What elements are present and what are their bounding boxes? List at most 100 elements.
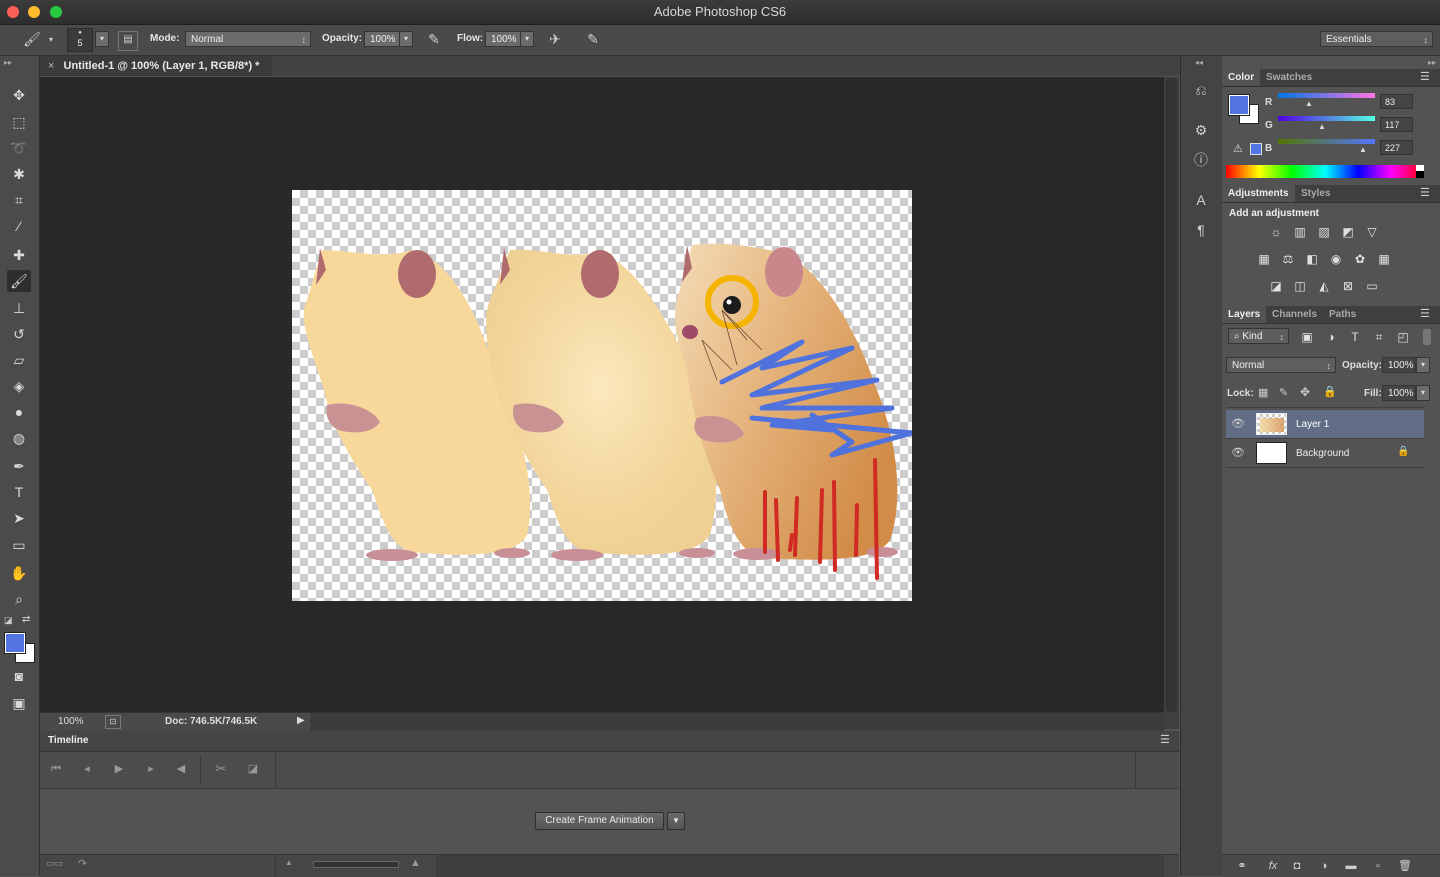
create-frame-animation-button[interactable]: Create Frame Animation: [535, 812, 664, 830]
color-spectrum-bar[interactable]: [1226, 165, 1424, 178]
type-layer-filter-icon[interactable]: T: [1346, 329, 1364, 345]
timeline-zoom-slider[interactable]: [313, 861, 399, 868]
pressure-size-icon[interactable]: ✎: [583, 31, 603, 47]
history-brush-tool-icon[interactable]: ↺: [7, 323, 31, 345]
panel-menu-icon[interactable]: ☰: [1420, 70, 1430, 83]
frame-mode-icon[interactable]: ▭▭: [46, 858, 63, 869]
invert-icon[interactable]: ◪: [1267, 278, 1285, 294]
next-frame-icon[interactable]: ▸: [143, 761, 159, 777]
pressure-opacity-icon[interactable]: ✎: [424, 31, 444, 47]
red-value[interactable]: 83: [1380, 94, 1413, 109]
history-panel-icon[interactable]: ⎌: [1191, 82, 1211, 98]
blue-slider-thumb[interactable]: ▲: [1359, 145, 1367, 154]
marquee-tool-icon[interactable]: ⬚: [7, 111, 31, 133]
mode-select[interactable]: Normal: [185, 31, 311, 48]
foreground-color-swatch[interactable]: [1228, 94, 1250, 116]
clone-stamp-tool-icon[interactable]: ⊥: [7, 297, 31, 319]
fill-dropdown[interactable]: ▾: [1416, 385, 1430, 401]
adjustment-layer-filter-icon[interactable]: ◑: [1322, 329, 1340, 345]
layer-opacity-input[interactable]: 100%: [1382, 357, 1416, 373]
gamut-warning-icon[interactable]: ⚠: [1233, 142, 1243, 155]
first-frame-icon[interactable]: ⏮: [48, 761, 64, 777]
play-icon[interactable]: ▶: [111, 761, 127, 777]
brush-size-picker[interactable]: ● 5: [67, 28, 93, 52]
foreground-color-swatch[interactable]: [4, 632, 26, 654]
layer-row-background[interactable]: 👁 Background 🔒: [1226, 439, 1424, 468]
paint-bucket-tool-icon[interactable]: ◈: [7, 375, 31, 397]
channel-mixer-icon[interactable]: ✿: [1351, 251, 1369, 267]
layer-name[interactable]: Background: [1296, 448, 1349, 459]
layer-style-icon[interactable]: fx: [1264, 858, 1282, 874]
tab-layers[interactable]: Layers: [1222, 306, 1267, 323]
lock-all-icon[interactable]: 🔒: [1323, 385, 1337, 398]
visibility-eye-icon[interactable]: 👁: [1231, 417, 1245, 430]
delete-layer-icon[interactable]: 🗑: [1397, 858, 1413, 874]
collapse-icon[interactable]: ▸▸: [4, 58, 12, 67]
new-layer-icon[interactable]: ▫: [1370, 858, 1386, 874]
magic-wand-tool-icon[interactable]: ✱: [7, 163, 31, 185]
convert-icon[interactable]: ↷: [78, 857, 87, 870]
status-menu-arrow-icon[interactable]: ▶: [297, 715, 305, 726]
panel-menu-icon[interactable]: ☰: [1420, 186, 1430, 199]
black-white-icon[interactable]: ◧: [1303, 251, 1321, 267]
workspace-select[interactable]: Essentials: [1320, 31, 1433, 48]
airbrush-icon[interactable]: ✈: [545, 31, 565, 47]
pen-tool-icon[interactable]: ✒: [7, 455, 31, 477]
green-value[interactable]: 117: [1380, 117, 1413, 132]
chevron-down-icon[interactable]: ▾: [46, 32, 56, 48]
type-tool-icon[interactable]: T: [7, 481, 31, 503]
default-colors-icon[interactable]: ◪: [4, 615, 13, 626]
opacity-dropdown[interactable]: ▾: [399, 31, 413, 47]
blue-value[interactable]: 227: [1380, 140, 1413, 155]
zoom-tool-icon[interactable]: ⌕: [7, 588, 31, 610]
brush-panel-toggle-icon[interactable]: ▤: [118, 31, 138, 51]
opacity-input[interactable]: 100%: [364, 31, 400, 47]
eyedropper-tool-icon[interactable]: ⁄: [7, 215, 31, 237]
layer-opacity-dropdown[interactable]: ▾: [1416, 357, 1430, 373]
transition-icon[interactable]: ◪: [245, 761, 261, 777]
blur-tool-icon[interactable]: ●: [7, 401, 31, 423]
lasso-tool-icon[interactable]: ➰: [7, 137, 31, 159]
brush-preset-icon[interactable]: 🖌: [22, 31, 42, 47]
lock-position-icon[interactable]: ✥: [1300, 385, 1310, 399]
panel-menu-icon[interactable]: ☰: [1420, 307, 1430, 320]
shape-tool-icon[interactable]: ▭: [7, 534, 31, 556]
selective-color-icon[interactable]: ⊠: [1339, 278, 1357, 294]
smart-object-filter-icon[interactable]: ◰: [1394, 329, 1412, 345]
color-balance-icon[interactable]: ⚖: [1279, 251, 1297, 267]
layer-kind-filter[interactable]: ⌕ Kind: [1228, 328, 1289, 345]
collapse-dock-icon[interactable]: ▸▸: [1428, 58, 1436, 67]
lock-image-icon[interactable]: ✎: [1279, 386, 1288, 399]
dodge-tool-icon[interactable]: ◍: [7, 427, 31, 449]
hue-saturation-icon[interactable]: ▦: [1255, 251, 1273, 267]
screen-mode-icon[interactable]: ▣: [7, 692, 31, 714]
create-animation-dropdown[interactable]: ▼: [667, 812, 685, 830]
tab-color[interactable]: Color: [1222, 69, 1261, 86]
tab-paths[interactable]: Paths: [1323, 306, 1362, 323]
link-layers-icon[interactable]: ⚭: [1234, 858, 1250, 874]
quick-mask-icon[interactable]: ◙: [7, 665, 31, 687]
blue-slider[interactable]: [1278, 139, 1375, 144]
new-adjustment-layer-icon[interactable]: ◑: [1316, 858, 1332, 874]
status-export-icon[interactable]: ⊡: [105, 715, 121, 729]
tab-swatches[interactable]: Swatches: [1260, 69, 1318, 86]
fill-input[interactable]: 100%: [1382, 385, 1416, 401]
character-panel-icon[interactable]: A: [1191, 192, 1211, 208]
actions-panel-icon[interactable]: ⚙: [1191, 122, 1211, 138]
green-slider[interactable]: [1278, 116, 1375, 121]
exposure-icon[interactable]: ◩: [1339, 224, 1357, 240]
vibrance-icon[interactable]: ▽: [1363, 224, 1381, 240]
tab-styles[interactable]: Styles: [1295, 185, 1336, 202]
red-slider[interactable]: [1278, 93, 1375, 98]
previous-frame-icon[interactable]: ◂: [79, 761, 95, 777]
shape-layer-filter-icon[interactable]: ⌗: [1370, 329, 1388, 345]
brush-tool-icon[interactable]: 🖌: [7, 270, 31, 292]
layer-name[interactable]: Layer 1: [1296, 419, 1329, 430]
info-panel-icon[interactable]: ⓘ: [1191, 152, 1211, 168]
photo-filter-icon[interactable]: ◉: [1327, 251, 1345, 267]
move-tool-icon[interactable]: ✥: [7, 84, 31, 106]
red-slider-thumb[interactable]: ▲: [1305, 99, 1313, 108]
green-slider-thumb[interactable]: ▲: [1318, 122, 1326, 131]
posterize-icon[interactable]: ◫: [1291, 278, 1309, 294]
visibility-eye-icon[interactable]: 👁: [1231, 446, 1245, 459]
